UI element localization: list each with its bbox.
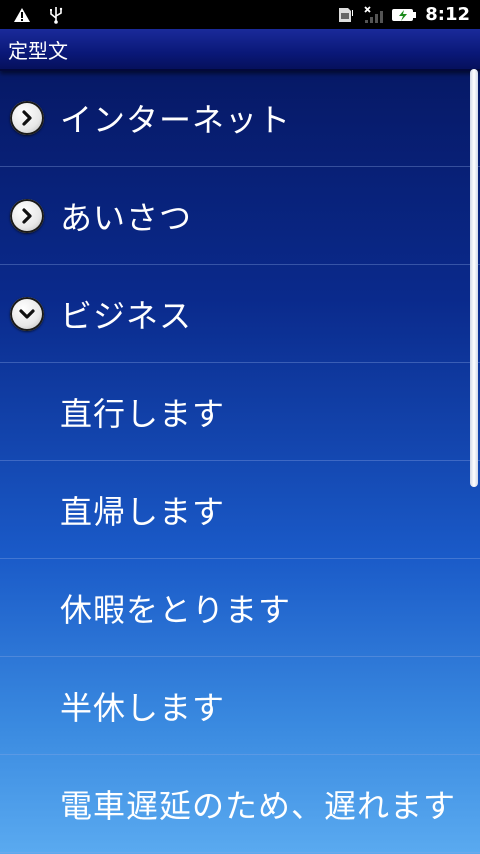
usb-icon [46,6,66,24]
phrase-label: 休暇をとります [60,590,292,629]
title-bar: 定型文 [0,29,480,71]
group-label: ビジネス [60,296,193,335]
page-title: 定型文 [8,38,68,63]
battery-charging-icon [391,6,417,24]
clock: 8:12 [425,4,470,25]
phrase-label: 半休します [60,688,226,727]
phrase-label: 直行します [60,394,226,433]
phrase-label: 直帰します [60,492,226,531]
scrollbar[interactable] [470,69,478,487]
group-label: インターネット [60,100,292,139]
group-internet[interactable]: インターネット [0,69,480,167]
list-item[interactable]: 半休します [0,657,480,755]
list-item[interactable]: 直帰します [0,461,480,559]
chevron-right-icon[interactable] [10,198,44,233]
status-bar: 8:12 [0,0,480,29]
sim-icon [335,6,355,24]
list-item[interactable]: 休暇をとります [0,559,480,657]
phrase-label: 電車遅延のため、遅れます [60,786,457,825]
chevron-down-icon[interactable] [10,296,44,331]
list-item[interactable]: 電車遅延のため、遅れます [0,755,480,853]
group-label: あいさつ [60,198,193,237]
group-business[interactable]: ビジネス [0,265,480,363]
group-greetings[interactable]: あいさつ [0,167,480,265]
no-signal-icon [363,5,384,24]
list-item[interactable]: 直行します [0,363,480,461]
warning-icon [12,6,32,24]
phrase-list: インターネット あいさつ ビジネス 直行します 直帰します 休暇をとります 半休… [0,69,480,853]
chevron-right-icon[interactable] [10,100,44,135]
